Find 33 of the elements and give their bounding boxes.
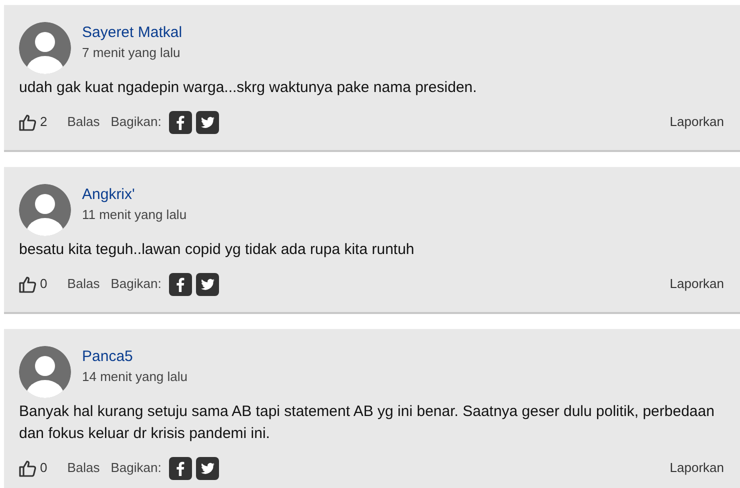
share-label: Bagikan: — [110, 113, 162, 132]
bird-logo-button[interactable] — [196, 456, 220, 480]
timestamp: 7 menit yang lalu — [82, 44, 182, 62]
like-count: 0 — [40, 459, 48, 478]
thumbs-up-icon[interactable] — [19, 460, 36, 476]
author-link[interactable]: Panca5 — [82, 347, 188, 367]
author-link[interactable]: Sayeret Matkal — [82, 23, 182, 43]
f-logo-button[interactable] — [169, 456, 192, 480]
share-label: Bagikan: — [110, 275, 162, 294]
f-logo-button[interactable] — [169, 110, 192, 134]
bird-logo-button[interactable] — [196, 272, 220, 296]
avatar-icon — [19, 346, 71, 398]
reply-link[interactable]: Balas — [67, 274, 100, 294]
like-count: 0 — [40, 275, 48, 294]
thumbs-up-icon[interactable] — [19, 276, 36, 292]
reply-link[interactable]: Balas — [67, 458, 100, 478]
like-count: 2 — [40, 113, 48, 132]
timestamp: 11 menit yang lalu — [82, 206, 187, 224]
report-link[interactable]: Laporkan — [670, 458, 724, 478]
report-link[interactable]: Laporkan — [670, 274, 724, 294]
bird-logo-button[interactable] — [196, 110, 220, 134]
author-link[interactable]: Angkrix' — [82, 185, 187, 205]
report-link[interactable]: Laporkan — [670, 112, 724, 132]
comment-text: besatu kita teguh..lawan copid yg tidak ada rupa kita runtuh — [19, 240, 416, 260]
comment-text: Banyak hal kurang setuju sama AB tapi statement AB yg ini benar. Saatnya geser dulu politik, perbedaan dan fokus keluar dr krisis pandemi ini. — [19, 402, 716, 444]
timestamp: 14 menit yang lalu — [82, 368, 188, 386]
comment-text: udah gak kuat ngadepin warga...skrg waktunya pake nama presiden. — [19, 78, 478, 98]
thumbs-up-icon[interactable] — [19, 114, 36, 130]
share-label: Bagikan: — [110, 459, 162, 478]
avatar-icon — [19, 22, 71, 74]
f-logo-button[interactable] — [169, 272, 192, 296]
reply-link[interactable]: Balas — [67, 112, 100, 132]
avatar-icon — [19, 184, 71, 236]
